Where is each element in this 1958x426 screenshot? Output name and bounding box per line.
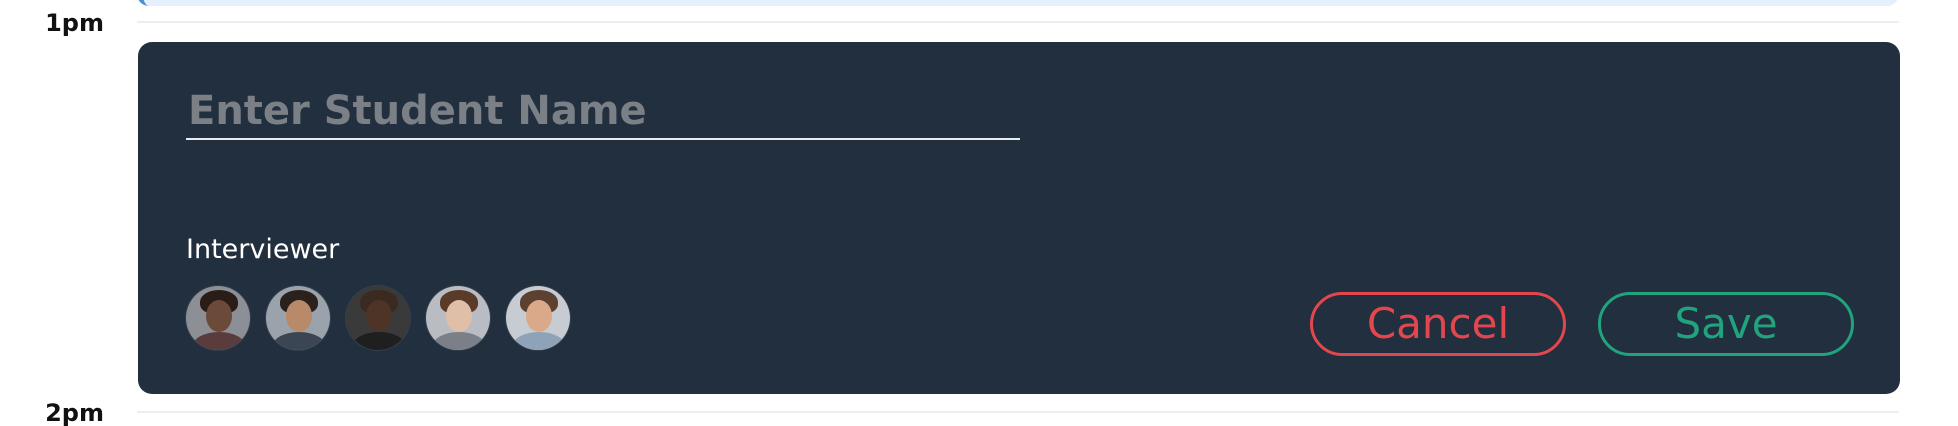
interviewer-avatar[interactable] <box>186 286 250 350</box>
save-button[interactable]: Save <box>1598 292 1854 356</box>
avatar-shoulders <box>432 332 486 350</box>
interviewer-avatar[interactable] <box>506 286 570 350</box>
new-event-form: Interviewer Cancel Save <box>138 42 1900 394</box>
student-name-input[interactable] <box>186 84 1020 140</box>
interviewer-avatar[interactable] <box>266 286 330 350</box>
avatar-shoulders <box>192 332 246 350</box>
interviewer-avatar-list <box>186 286 570 350</box>
hour-divider-1pm <box>137 21 1899 23</box>
interviewer-avatar[interactable] <box>346 286 410 350</box>
avatar-shoulders <box>352 332 406 350</box>
avatar-shoulders <box>272 332 326 350</box>
avatar-face <box>286 300 312 332</box>
avatar-shoulders <box>512 332 566 350</box>
avatar-face <box>446 300 472 332</box>
avatar-face <box>526 300 552 332</box>
interviewer-label: Interviewer <box>186 234 340 265</box>
calendar-day-view: 1pm Interviewer Cancel Save 2pm <box>0 0 1958 426</box>
time-label-1pm: 1pm <box>45 9 104 37</box>
avatar-face <box>366 300 392 332</box>
interviewer-avatar[interactable] <box>426 286 490 350</box>
previous-event-block[interactable] <box>137 0 1899 6</box>
cancel-button[interactable]: Cancel <box>1310 292 1566 356</box>
hour-divider-2pm <box>137 411 1899 413</box>
time-label-2pm: 2pm <box>45 399 104 426</box>
avatar-face <box>206 300 232 332</box>
